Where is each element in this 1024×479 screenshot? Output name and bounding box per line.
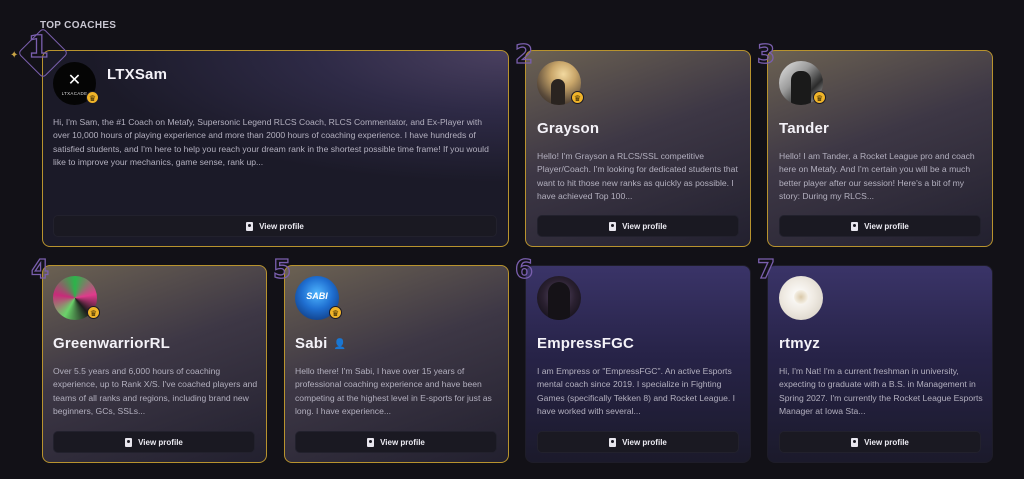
view-profile-label: View profile bbox=[622, 437, 667, 447]
profile-icon bbox=[609, 437, 617, 447]
avatar-figure bbox=[548, 282, 570, 320]
view-profile-button[interactable]: View profile bbox=[537, 215, 739, 237]
rank-badge-5: 5 bbox=[272, 255, 292, 285]
view-profile-label: View profile bbox=[380, 437, 425, 447]
avatar-silhouette bbox=[551, 79, 565, 105]
crown-icon: ♛ bbox=[329, 306, 342, 319]
rank-badge-3: 3 bbox=[756, 40, 776, 70]
coach-name[interactable]: rtmyz bbox=[779, 335, 820, 352]
coach-bio: Hello! I am Tander, a Rocket League pro … bbox=[779, 151, 975, 202]
crown-icon: ♛ bbox=[87, 306, 100, 319]
verified-person-icon: 👤 bbox=[333, 338, 347, 350]
profile-icon bbox=[851, 437, 859, 447]
coach-bio: Hi, I'm Sam, the #1 Coach on Metafy, Sup… bbox=[53, 117, 489, 168]
avatar[interactable] bbox=[779, 276, 823, 320]
view-profile-button[interactable]: View profile bbox=[779, 431, 981, 453]
profile-icon bbox=[367, 437, 375, 447]
coach-name[interactable]: Sabi 👤 bbox=[295, 335, 346, 352]
rank-badge-2: 2 bbox=[514, 40, 534, 70]
view-profile-label: View profile bbox=[138, 437, 183, 447]
rank-badge-1: 1 bbox=[27, 30, 49, 65]
coach-name[interactable]: LTXSam bbox=[107, 66, 167, 83]
rank-badge-4: 4 bbox=[30, 255, 50, 285]
coach-name[interactable]: EmpressFGC bbox=[537, 335, 634, 352]
view-profile-button[interactable]: View profile bbox=[779, 215, 981, 237]
avatar[interactable] bbox=[537, 276, 581, 320]
profile-icon bbox=[246, 221, 254, 231]
coach-bio: Hello! I'm Grayson a RLCS/SSL competitiv… bbox=[537, 151, 738, 202]
rank-badge-6: 6 bbox=[514, 255, 534, 285]
view-profile-label: View profile bbox=[864, 221, 909, 231]
coach-bio: Hi, I'm Nat! I'm a current freshman in u… bbox=[779, 366, 983, 417]
view-profile-button[interactable]: View profile bbox=[537, 431, 739, 453]
crown-icon: ♛ bbox=[813, 91, 826, 104]
coach-name[interactable]: Grayson bbox=[537, 120, 599, 137]
coach-name[interactable]: Tander bbox=[779, 120, 829, 137]
crown-icon: ♛ bbox=[571, 91, 584, 104]
rank-badge-7: 7 bbox=[756, 255, 776, 285]
view-profile-button[interactable]: View profile bbox=[53, 431, 255, 453]
coach-name[interactable]: GreenwarriorRL bbox=[53, 335, 170, 352]
sparkle-icon: ✦ bbox=[10, 50, 19, 61]
profile-icon bbox=[851, 221, 859, 231]
coach-bio: Hello there! I'm Sabi, I have over 15 ye… bbox=[295, 366, 492, 417]
view-profile-label: View profile bbox=[864, 437, 909, 447]
avatar-logo-text: SABI bbox=[306, 291, 328, 301]
avatar-figure bbox=[791, 71, 811, 105]
view-profile-button[interactable]: View profile bbox=[53, 215, 497, 237]
coach-bio: Over 5.5 years and 6,000 hours of coachi… bbox=[53, 366, 258, 417]
coach-bio: I am Empress or "EmpressFGC". An active … bbox=[537, 366, 736, 417]
section-title: TOP COACHES bbox=[40, 20, 117, 31]
crown-icon: ♛ bbox=[86, 91, 99, 104]
coach-name-text: Sabi bbox=[295, 335, 328, 352]
logo-icon: ✕ bbox=[67, 72, 82, 89]
view-profile-label: View profile bbox=[259, 221, 304, 231]
view-profile-label: View profile bbox=[622, 221, 667, 231]
profile-icon bbox=[125, 437, 133, 447]
profile-icon bbox=[609, 221, 617, 231]
avatar-flower bbox=[794, 290, 808, 304]
view-profile-button[interactable]: View profile bbox=[295, 431, 497, 453]
